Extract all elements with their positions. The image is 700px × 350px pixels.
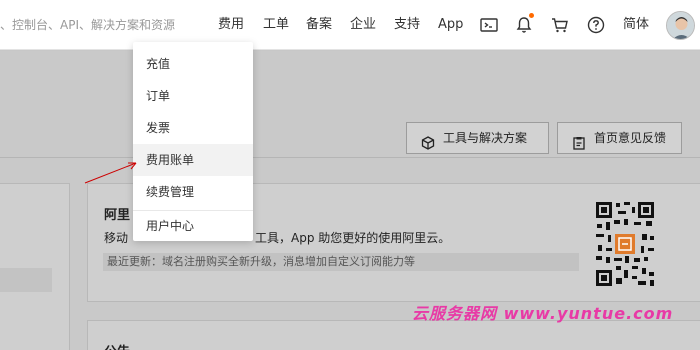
- feedback-label: 首页意见反馈: [594, 131, 667, 145]
- terminal-icon[interactable]: [479, 15, 499, 35]
- tools-solutions-label: 工具与解决方案: [443, 131, 528, 145]
- avatar[interactable]: [666, 11, 695, 40]
- nav-app[interactable]: App: [438, 0, 463, 50]
- latest-update-text[interactable]: 最近更新：域名注册购买全新升级，消息增加自定义订阅能力等: [103, 253, 579, 271]
- feedback-button[interactable]: 首页意见反馈: [557, 122, 682, 154]
- annotation-arrow: [84, 162, 137, 184]
- watermark-text: 云服务器网 www.yuntue.com: [412, 304, 674, 323]
- nav-tickets[interactable]: 工单: [263, 0, 289, 50]
- left-card: [0, 183, 70, 350]
- menu-item-recharge[interactable]: 充值: [133, 48, 253, 80]
- card-description-end: 工具，App 助您更好的使用阿里云。: [255, 231, 451, 245]
- cart-icon[interactable]: [550, 15, 570, 35]
- announcement-card: 公告: [87, 320, 700, 350]
- announcement-title: 公告: [104, 341, 130, 350]
- card-description-start: 移动: [104, 231, 129, 245]
- tools-solutions-button[interactable]: 工具与解决方案: [406, 122, 549, 154]
- search-input[interactable]: 、控制台、API、解决方案和资源: [0, 15, 190, 35]
- bell-icon[interactable]: [514, 15, 534, 35]
- language-switch[interactable]: 简体: [623, 0, 649, 50]
- menu-item-bills[interactable]: 费用账单: [133, 144, 253, 176]
- help-icon[interactable]: [586, 15, 606, 35]
- menu-item-renewal-management[interactable]: 续费管理: [133, 176, 253, 208]
- nav-support[interactable]: 支持: [394, 0, 420, 50]
- card-title: 阿里: [104, 208, 131, 223]
- left-card-bar: [0, 268, 52, 292]
- qr-code: [594, 200, 656, 288]
- top-navigation-bar: 、控制台、API、解决方案和资源 费用 工单 备案 企业 支持 App 简体: [0, 0, 700, 50]
- billing-dropdown-menu: 充值 订单 发票 费用账单 续费管理 用户中心: [133, 42, 253, 241]
- clipboard-icon: [572, 131, 586, 150]
- nav-icp-filing[interactable]: 备案: [306, 0, 332, 50]
- cube-icon: [421, 131, 435, 150]
- menu-item-invoices[interactable]: 发票: [133, 112, 253, 144]
- nav-enterprise[interactable]: 企业: [350, 0, 376, 50]
- menu-item-orders[interactable]: 订单: [133, 80, 253, 112]
- menu-item-user-center[interactable]: 用户中心: [133, 210, 253, 242]
- notification-dot: [529, 13, 534, 18]
